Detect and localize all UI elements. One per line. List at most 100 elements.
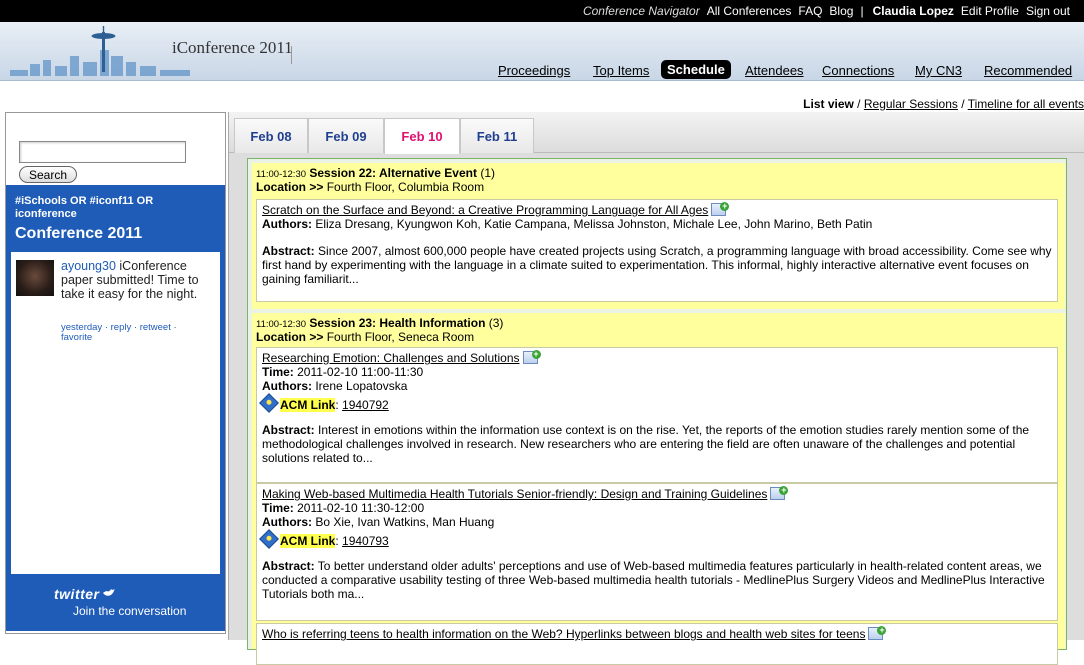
abstract-label: Abstract: [262, 423, 315, 437]
twitter-join-link: Join the conversation [73, 604, 187, 618]
tweet-favorite-link[interactable]: favorite [61, 332, 92, 343]
faq-link[interactable]: FAQ [798, 4, 822, 18]
search-button[interactable]: Search [19, 166, 77, 183]
all-conferences-link[interactable]: All Conferences [707, 4, 792, 18]
location-label: Location >> [256, 330, 324, 344]
tweet-user-link[interactable]: ayoung30 [61, 259, 116, 273]
blog-link[interactable]: Blog [829, 4, 853, 18]
abstract-text: Interest in emotions within the informat… [262, 423, 1030, 465]
paper-authors: Authors: Eliza Dresang, Kyungwon Koh, Ka… [262, 217, 872, 231]
session-block: 11:00-12:30 Session 22: Alternative Even… [252, 163, 1065, 309]
session-location: Fourth Floor, Seneca Room [323, 330, 475, 344]
abstract-text: Since 2007, almost 600,000 people have c… [262, 244, 1052, 286]
time-label: Time: [262, 501, 294, 515]
abstract-text: To better understand older adults' perce… [262, 559, 1045, 601]
paper-title-link[interactable]: Researching Emotion: Challenges and Solu… [262, 351, 520, 365]
logo-divider [291, 46, 292, 64]
tweet-text: ayoung30 iConference paper submitted! Ti… [61, 259, 216, 301]
paper-title-link[interactable]: Who is referring teens to health informa… [262, 627, 865, 641]
nav-schedule[interactable]: Schedule [661, 60, 731, 79]
nav-connections[interactable]: Connections [822, 63, 894, 78]
timeline-link[interactable]: Timeline for all events [968, 97, 1084, 111]
acm-link[interactable]: 1940792 [342, 398, 389, 412]
paper-item: Scratch on the Surface and Beyond: a Cre… [256, 199, 1058, 302]
edit-profile-link[interactable]: Edit Profile [961, 4, 1019, 18]
top-bar-separator: | [860, 4, 864, 18]
schedule-panel: Feb 08 Feb 09 Feb 10 Feb 11 11:00-12:30 … [228, 112, 1084, 665]
abstract-label: Abstract: [262, 559, 315, 573]
user-name-link[interactable]: Claudia Lopez [873, 4, 954, 18]
nav-attendees[interactable]: Attendees [745, 63, 804, 78]
nav-recommended[interactable]: Recommended [984, 63, 1072, 78]
authors-value: Irene Lopatovska [312, 379, 408, 393]
tweet-action-sep: · [102, 322, 111, 333]
add-to-schedule-icon[interactable] [522, 350, 541, 364]
twitter-logo: twitter [54, 586, 116, 602]
session-header: 11:00-12:30 Session 23: Health Informati… [256, 317, 503, 344]
tweet-actions: yesterday · reply · retweet · favorite [61, 323, 216, 343]
acm-link[interactable]: 1940793 [342, 534, 389, 548]
paper-abstract: Abstract: Since 2007, almost 600,000 peo… [262, 244, 1052, 286]
session-time: 11:00-12:30 [256, 319, 307, 330]
tab-feb-11[interactable]: Feb 11 [460, 118, 534, 153]
time-label: Time: [262, 365, 294, 379]
view-links: List view / Regular Sessions / Timeline … [803, 97, 1084, 111]
location-label: Location >> [256, 180, 324, 194]
nav-proceedings[interactable]: Proceedings [498, 63, 570, 78]
twitter-widget: #iSchools OR #iconf11 OR iconference Con… [6, 185, 225, 631]
view-sep: / [957, 97, 968, 111]
search-input[interactable] [19, 141, 186, 163]
tab-feb-09[interactable]: Feb 09 [308, 118, 384, 153]
add-to-schedule-icon[interactable] [770, 486, 789, 500]
sign-out-link[interactable]: Sign out [1026, 4, 1070, 18]
add-to-schedule-icon[interactable] [711, 202, 730, 216]
paper-title-link[interactable]: Scratch on the Surface and Beyond: a Cre… [262, 203, 708, 217]
session-header: 11:00-12:30 Session 22: Alternative Even… [256, 167, 495, 194]
tweet-action-sep: · [170, 322, 177, 333]
authors-value: Eliza Dresang, Kyungwon Koh, Katie Campa… [312, 217, 873, 231]
session-title[interactable]: Session 23: Health Information [309, 316, 485, 330]
acm-link-row: ACM Link: 1940793 [259, 529, 389, 549]
tab-feb-10[interactable]: Feb 10 [384, 118, 460, 154]
session-title[interactable]: Session 22: Alternative Event [309, 166, 477, 180]
abstract-label: Abstract: [262, 244, 315, 258]
add-to-schedule-icon[interactable] [868, 626, 887, 640]
top-bar: Conference Navigator All Conferences FAQ… [0, 0, 1084, 22]
paper-title-row: Making Web-based Multimedia Health Tutor… [262, 486, 789, 501]
paper-title-link[interactable]: Making Web-based Multimedia Health Tutor… [262, 487, 767, 501]
paper-item: Making Web-based Multimedia Health Tutor… [256, 483, 1058, 621]
session-count: (3) [485, 316, 504, 330]
tweet-retweet-link[interactable]: retweet [140, 322, 171, 333]
paper-title-row: Who is referring teens to health informa… [262, 626, 887, 641]
conference-title[interactable]: iConference 2011 [172, 38, 293, 58]
avatar[interactable] [16, 260, 54, 296]
paper-title-row: Scratch on the Surface and Beyond: a Cre… [262, 202, 730, 217]
acm-link-label: ACM Link [280, 398, 336, 412]
twitter-query: #iSchools OR #iconf11 OR iconference [15, 195, 154, 220]
list-view-label: List view [803, 97, 854, 111]
session-time: 11:00-12:30 [256, 169, 307, 180]
time-value: 2011-02-10 11:00-11:30 [293, 365, 424, 379]
date-tabs: Feb 08 Feb 09 Feb 10 Feb 11 [229, 112, 1084, 154]
acm-diamond-icon [259, 529, 279, 549]
nav-my-cn3[interactable]: My CN3 [915, 63, 962, 78]
session-location: Fourth Floor, Columbia Room [323, 180, 485, 194]
paper-title-row: Researching Emotion: Challenges and Solu… [262, 350, 541, 365]
tweet-action-sep: · [131, 322, 140, 333]
time-value: 2011-02-10 11:30-12:00 [293, 501, 425, 515]
header: iConference 2011 Proceedings Top Items S… [0, 22, 1084, 81]
twitter-footer[interactable]: twitter Join the conversation [6, 574, 225, 631]
conference-navigator-link[interactable]: Conference Navigator [583, 4, 700, 18]
regular-sessions-link[interactable]: Regular Sessions [864, 97, 958, 111]
nav-top-items[interactable]: Top Items [593, 63, 649, 78]
tab-feb-08[interactable]: Feb 08 [234, 118, 308, 153]
tweet-reply-link[interactable]: reply [111, 322, 132, 333]
acm-link-label: ACM Link [280, 534, 336, 548]
twitter-logo-text: twitter [54, 586, 100, 602]
session-count: (1) [476, 166, 495, 180]
authors-label: Authors: [262, 515, 312, 529]
acm-link-row: ACM Link: 1940792 [259, 393, 389, 413]
twitter-heading: Conference 2011 [15, 225, 143, 242]
authors-value: Bo Xie, Ivan Watkins, Man Huang [312, 515, 495, 529]
paper-time: Time: 2011-02-10 11:30-12:00 [262, 501, 424, 515]
